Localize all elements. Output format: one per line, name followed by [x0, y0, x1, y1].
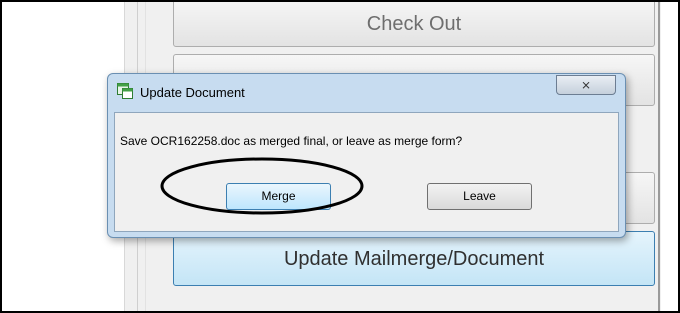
- dialog-message: Save OCR162258.doc as merged final, or l…: [120, 134, 463, 148]
- dialog-titlebar[interactable]: Update Document ⨯: [108, 74, 625, 112]
- app-window-icon: [117, 83, 133, 99]
- merge-button[interactable]: Merge: [226, 183, 331, 210]
- check-out-button[interactable]: Check Out: [173, 2, 655, 47]
- screenshot-frame: Check Out Undo CheckOut Update Mailmerge…: [0, 0, 680, 313]
- dialog-title: Update Document: [140, 85, 245, 100]
- update-mailmerge-button[interactable]: Update Mailmerge/Document: [173, 231, 655, 286]
- leave-button[interactable]: Leave: [427, 183, 532, 210]
- dialog-body: Save OCR162258.doc as merged final, or l…: [114, 112, 619, 232]
- panel-scroll-edge: [658, 2, 660, 311]
- close-icon[interactable]: ⨯: [556, 75, 616, 95]
- update-document-dialog: Update Document ⨯ Save OCR162258.doc as …: [107, 73, 626, 238]
